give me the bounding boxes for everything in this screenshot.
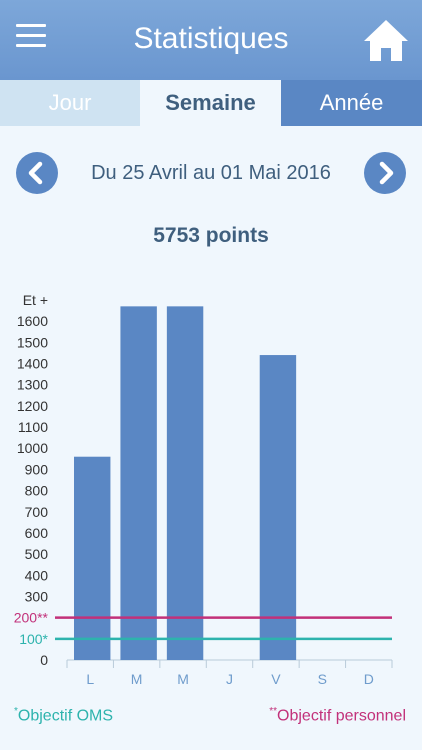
y-tick-label: 200** — [14, 610, 49, 626]
y-tick-label: 1600 — [17, 313, 48, 329]
chevron-right-icon — [379, 161, 394, 185]
y-tick-label: 100* — [19, 631, 48, 647]
x-tick-label: M — [177, 671, 189, 687]
x-tick-label: L — [86, 671, 94, 687]
chevron-left-icon — [28, 161, 43, 185]
y-tick-label: 600 — [25, 525, 49, 541]
y-tick-label: 700 — [25, 504, 49, 520]
y-tick-label: Et + — [23, 292, 48, 308]
y-tick-label: 0 — [40, 652, 48, 668]
y-tick-label: 1200 — [17, 398, 48, 414]
y-tick-label: 900 — [25, 461, 49, 477]
legend-personal: **Objectif personnel — [269, 706, 406, 725]
period-label: Du 25 Avril au 01 Mai 2016 — [91, 162, 331, 184]
y-tick-label: 300 — [25, 588, 49, 604]
chart-bar-m-2 — [166, 306, 204, 660]
total-points: 5753 points — [153, 224, 269, 247]
y-tick-label: 500 — [25, 546, 49, 562]
y-tick-label: 1500 — [17, 334, 48, 350]
y-tick-label: 1000 — [17, 440, 48, 456]
page-title: Statistiques — [133, 22, 289, 55]
weekly-bar-chart: 0 100* 200** 300 400 500 600 700 800 900 1000 1100 1… — [14, 292, 393, 687]
chart-bar-l-0 — [74, 456, 111, 660]
x-tick-label: S — [318, 671, 327, 687]
header-bar: Statistiques — [0, 0, 422, 80]
x-tick-label: M — [131, 671, 143, 687]
tab-jour[interactable]: Jour — [0, 80, 140, 126]
x-tick-label: J — [226, 671, 233, 687]
legend-personal-label: Objectif personnel — [277, 707, 406, 725]
y-tick-label: 1400 — [17, 356, 48, 372]
chart-bar-m-1 — [120, 306, 157, 660]
y-tick-label: 400 — [25, 567, 49, 583]
home-button[interactable] — [362, 16, 410, 64]
next-period-button[interactable] — [364, 152, 406, 194]
y-tick-label: 1100 — [18, 419, 48, 435]
legend-oms: *Objectif OMS — [14, 706, 113, 725]
home-icon — [364, 20, 408, 61]
tab-semaine[interactable]: Semaine — [140, 80, 281, 126]
y-tick-label: 1300 — [17, 377, 48, 393]
y-tick-label: 800 — [25, 483, 49, 499]
period-tabs: Jour Semaine Année — [0, 80, 422, 126]
legend-oms-label: Objectif OMS — [17, 707, 114, 725]
x-tick-label: V — [271, 671, 281, 687]
x-tick-label: D — [364, 671, 374, 687]
legend-personal-mark: ** — [269, 706, 278, 717]
chart-bar-v-4 — [259, 355, 297, 660]
previous-period-button[interactable] — [16, 152, 58, 194]
tab-annee[interactable]: Année — [281, 80, 422, 126]
